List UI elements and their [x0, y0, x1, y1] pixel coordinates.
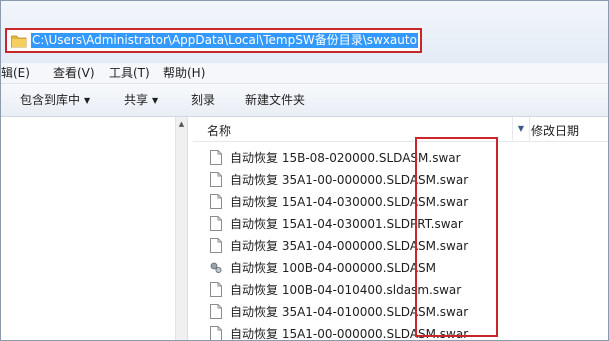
share-button[interactable]: 共享 ▼	[124, 92, 158, 108]
address-path[interactable]: C:\Users\Administrator\AppData\Local\Tem…	[31, 33, 418, 48]
assembly-icon	[210, 262, 222, 273]
address-bar-area: C:\Users\Administrator\AppData\Local\Tem…	[1, 1, 608, 63]
navigation-scrollbar[interactable]: ▲	[175, 117, 187, 340]
document-icon	[210, 238, 222, 253]
navigation-pane[interactable]: ▲	[1, 117, 187, 340]
dropdown-arrow-icon: ▼	[84, 96, 91, 105]
include-in-library-button[interactable]: 包含到库中 ▼	[20, 92, 90, 108]
file-name: 自动恢复 100B-04-000000.SLDASM	[230, 261, 437, 275]
explorer-window: C:\Users\Administrator\AppData\Local\Tem…	[0, 0, 609, 341]
document-icon	[210, 216, 222, 231]
highlight-annotation-box	[415, 137, 498, 337]
document-icon	[210, 326, 222, 340]
column-header: 名称 ▼ 修改日期	[193, 117, 608, 142]
scroll-up-arrow-icon[interactable]: ▲	[176, 117, 187, 131]
pane-divider[interactable]	[187, 117, 188, 340]
folder-icon	[11, 35, 27, 48]
include-in-library-label: 包含到库中	[20, 93, 81, 107]
menu-help[interactable]: 帮助(H)	[163, 65, 205, 81]
document-icon	[210, 282, 222, 297]
new-folder-button[interactable]: 新建文件夹	[245, 92, 305, 108]
document-icon	[210, 194, 222, 209]
share-label: 共享	[124, 93, 149, 107]
menu-view[interactable]: 查看(V)	[53, 65, 95, 81]
burn-button[interactable]: 刻录	[191, 92, 215, 108]
document-icon	[210, 304, 222, 319]
column-name-header[interactable]: 名称	[207, 122, 231, 139]
command-toolbar: 包含到库中 ▼ 共享 ▼ 刻录 新建文件夹	[1, 84, 608, 117]
menu-tools[interactable]: 工具(T)	[109, 65, 150, 81]
document-icon	[210, 172, 222, 187]
sort-dropdown-icon[interactable]: ▼	[512, 117, 530, 141]
dropdown-arrow-icon: ▼	[152, 96, 159, 105]
column-date-modified-header[interactable]: 修改日期	[531, 122, 579, 139]
address-bar[interactable]: C:\Users\Administrator\AppData\Local\Tem…	[5, 28, 422, 53]
document-icon	[210, 150, 222, 165]
menu-bar: 编辑(E) 查看(V) 工具(T) 帮助(H)	[1, 63, 608, 84]
menu-edit[interactable]: 编辑(E)	[1, 65, 30, 81]
